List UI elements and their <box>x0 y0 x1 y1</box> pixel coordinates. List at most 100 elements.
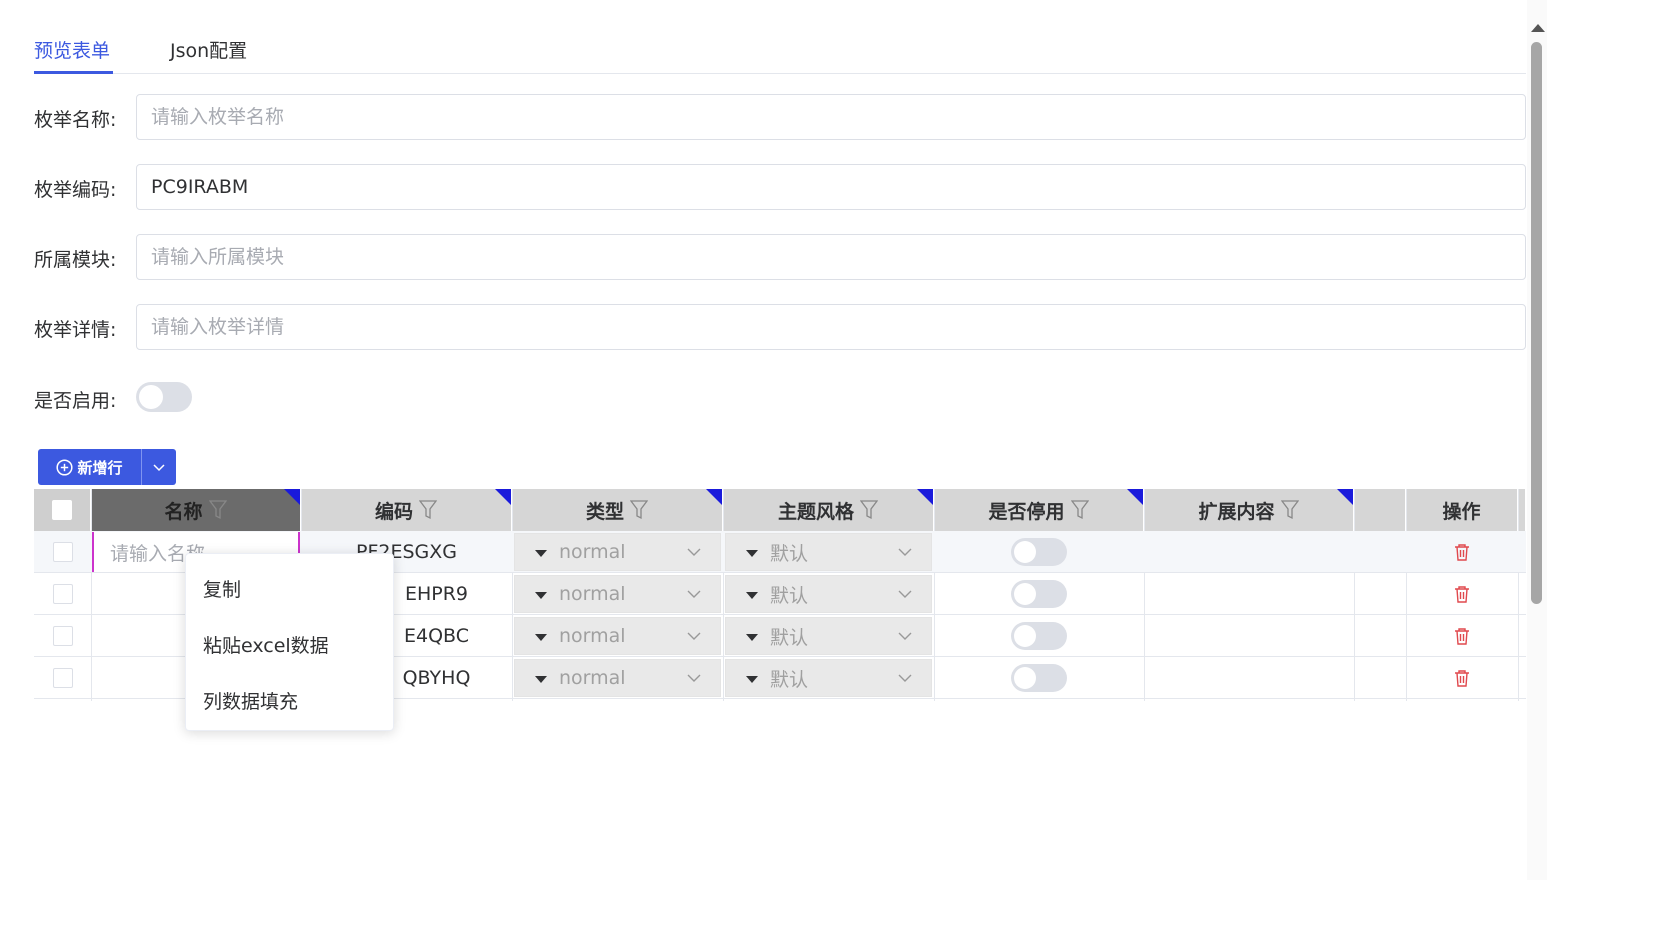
theme-select[interactable]: 默认 <box>725 617 932 655</box>
row-checkbox[interactable] <box>52 668 73 688</box>
chevron-down-icon <box>687 548 701 556</box>
theme-select-value: 默认 <box>770 542 809 565</box>
extension-cell[interactable] <box>1144 657 1354 699</box>
caret-down-icon <box>746 634 758 641</box>
context-menu-paste-excel[interactable]: 粘贴excel数据 <box>203 631 329 658</box>
disabled-cell <box>934 615 1144 657</box>
type-select[interactable]: normal <box>514 659 721 697</box>
module-input[interactable] <box>136 234 1526 280</box>
row-checkbox-cell <box>34 531 91 573</box>
caret-down-icon <box>535 634 547 641</box>
plus-circle-icon <box>56 458 74 476</box>
scroll-up-arrow-icon[interactable] <box>1531 24 1545 32</box>
type-select-value: normal <box>559 625 626 647</box>
chevron-down-icon <box>687 590 701 598</box>
caret-down-icon <box>535 592 547 599</box>
chevron-down-icon <box>687 632 701 640</box>
column-header-name[interactable]: 名称 <box>91 489 301 531</box>
extension-cell[interactable] <box>1144 573 1354 615</box>
add-row-button[interactable]: 新增行 <box>38 449 141 485</box>
row-checkbox[interactable] <box>52 584 73 604</box>
column-corner-mark <box>284 489 300 505</box>
column-header-disabled[interactable]: 是否停用 <box>934 489 1144 531</box>
theme-select-value: 默认 <box>770 626 809 649</box>
enum-code-input[interactable] <box>136 164 1526 210</box>
theme-select-value: 默认 <box>770 668 809 691</box>
add-row-button-group: 新增行 <box>38 449 176 485</box>
disabled-toggle[interactable] <box>1011 664 1067 692</box>
filter-icon[interactable] <box>1070 500 1089 520</box>
tab-json-config[interactable]: Json配置 <box>170 36 247 63</box>
chevron-down-icon <box>898 548 912 556</box>
column-header-code[interactable]: 编码 <box>301 489 512 531</box>
type-select[interactable]: normal <box>514 533 721 571</box>
column-corner-mark <box>706 489 722 505</box>
actions-cell <box>1406 573 1518 615</box>
add-row-label: 新增行 <box>77 458 123 477</box>
column-label: 是否停用 <box>988 500 1065 523</box>
disabled-toggle[interactable] <box>1011 538 1067 566</box>
extension-cell[interactable] <box>1144 531 1354 573</box>
caret-down-icon <box>746 592 758 599</box>
tab-bar: 预览表单 Json配置 <box>34 24 1526 74</box>
column-corner-mark <box>1127 489 1143 505</box>
delete-icon[interactable] <box>1454 669 1470 687</box>
vertical-scrollbar[interactable] <box>1527 0 1547 880</box>
context-menu-fill-column[interactable]: 列数据填充 <box>203 687 298 714</box>
column-corner-mark <box>917 489 933 505</box>
row-checkbox[interactable] <box>52 542 73 562</box>
add-row-dropdown-button[interactable] <box>141 449 176 485</box>
delete-icon[interactable] <box>1454 585 1470 603</box>
toggle-knob <box>1014 541 1036 563</box>
type-select-value: normal <box>559 541 626 563</box>
disabled-cell <box>934 573 1144 615</box>
theme-select[interactable]: 默认 <box>725 533 932 571</box>
context-menu: 复制 粘贴excel数据 列数据填充 <box>185 553 394 731</box>
caret-down-icon <box>746 550 758 557</box>
column-header-edge <box>1518 489 1526 531</box>
context-menu-copy[interactable]: 复制 <box>203 575 241 602</box>
extension-cell[interactable] <box>1144 615 1354 657</box>
form-row-enabled: 是否启用: <box>34 376 1526 418</box>
type-select-value: normal <box>559 583 626 605</box>
enum-name-input[interactable] <box>136 94 1526 140</box>
tab-preview-form[interactable]: 预览表单 <box>34 36 110 63</box>
filter-icon[interactable] <box>860 500 878 520</box>
delete-icon[interactable] <box>1454 543 1470 561</box>
caret-down-icon <box>535 550 547 557</box>
chevron-down-icon <box>898 590 912 598</box>
scrollbar-thumb[interactable] <box>1531 42 1542 604</box>
disabled-toggle[interactable] <box>1011 622 1067 650</box>
select-all-checkbox[interactable] <box>52 500 72 520</box>
disabled-toggle[interactable] <box>1011 580 1067 608</box>
form-row-module: 所属模块: <box>34 234 1526 280</box>
form-row-enum-code: 枚举编码: <box>34 164 1526 210</box>
enabled-switch[interactable] <box>136 382 192 412</box>
detail-input[interactable] <box>136 304 1526 350</box>
column-header-extension[interactable]: 扩展内容 <box>1144 489 1354 531</box>
actions-cell <box>1406 657 1518 699</box>
filter-icon[interactable] <box>1280 500 1299 520</box>
type-select[interactable]: normal <box>514 575 721 613</box>
type-select[interactable]: normal <box>514 617 721 655</box>
type-select-value: normal <box>559 667 626 689</box>
column-label: 类型 <box>585 500 624 523</box>
actions-cell <box>1406 615 1518 657</box>
theme-select[interactable]: 默认 <box>725 659 932 697</box>
chevron-down-icon <box>898 674 912 682</box>
row-checkbox[interactable] <box>52 626 73 646</box>
filter-icon[interactable] <box>208 500 227 520</box>
column-header-theme[interactable]: 主题风格 <box>723 489 934 531</box>
filter-icon[interactable] <box>419 500 437 520</box>
detail-label: 枚举详情: <box>34 319 117 341</box>
column-corner-mark <box>495 489 511 505</box>
column-header-type[interactable]: 类型 <box>512 489 723 531</box>
toggle-knob <box>1014 667 1036 689</box>
form-row-detail: 枚举详情: <box>34 304 1526 350</box>
column-label: 操作 <box>1442 500 1481 523</box>
caret-down-icon <box>535 676 547 683</box>
filter-icon[interactable] <box>630 500 648 520</box>
header-checkbox-cell <box>34 489 91 531</box>
delete-icon[interactable] <box>1454 627 1470 645</box>
theme-select[interactable]: 默认 <box>725 575 932 613</box>
